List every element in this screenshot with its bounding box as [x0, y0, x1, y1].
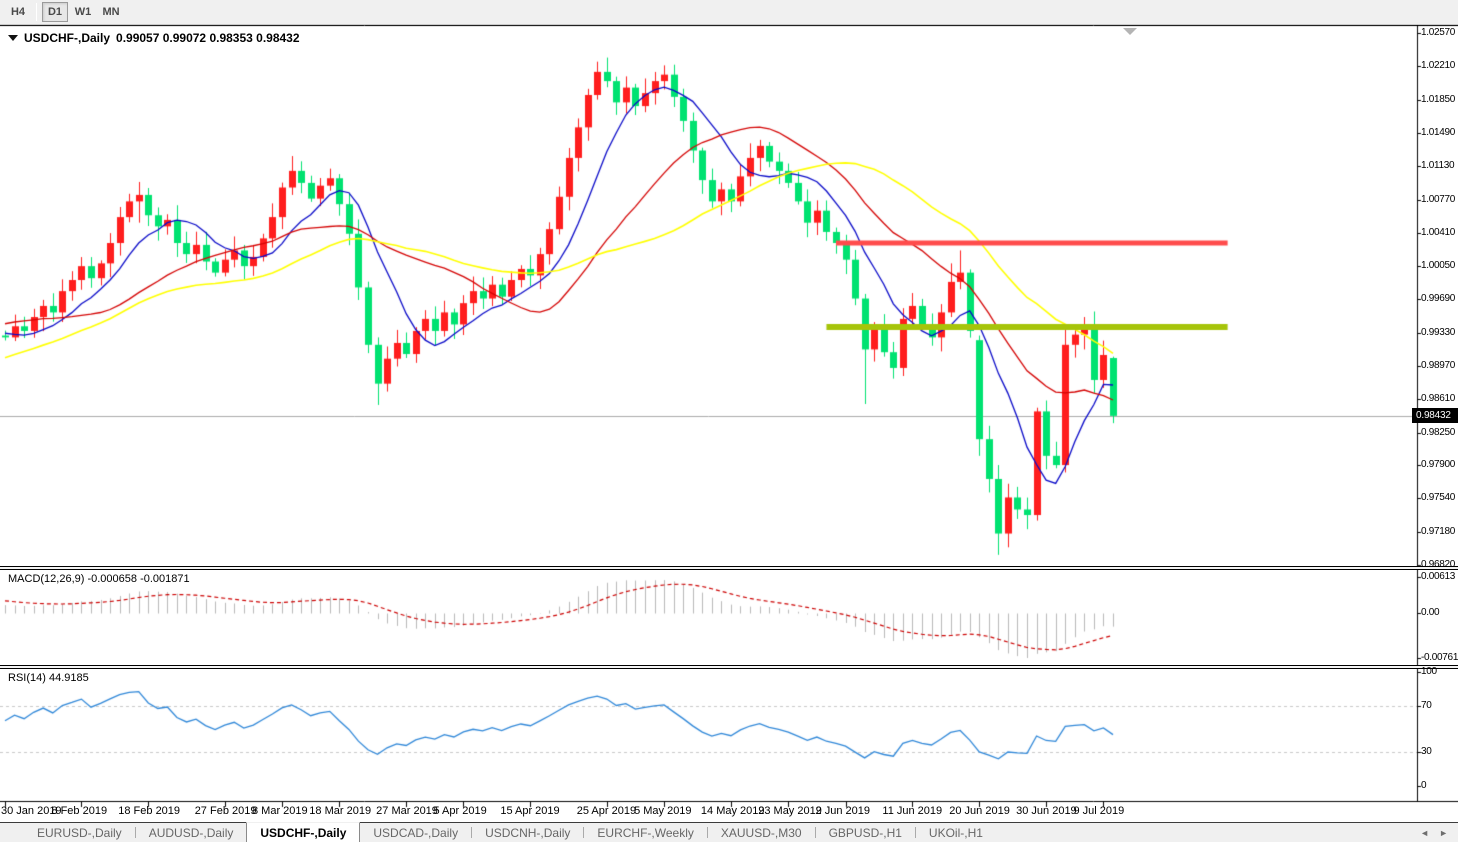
chart-title-symbol: USDCHF-,Daily [24, 31, 110, 45]
tabs-scroll-right-icon[interactable]: ► [1439, 828, 1448, 838]
time-axis-label: 15 Apr 2019 [500, 805, 559, 817]
time-axis-label: 18 Feb 2019 [118, 805, 180, 817]
chart-window: USDCHF-,Daily 0.99057 0.99072 0.98353 0.… [0, 25, 1458, 822]
macd-axis-label: -0.0076125 [1421, 652, 1458, 663]
time-axis-label: 27 Feb 2019 [195, 805, 257, 817]
price-axis-label: 1.00770 [1421, 194, 1458, 205]
chart-tab-audusd-daily[interactable]: AUDUSD-,Daily [136, 823, 247, 842]
timeframe-button-h4[interactable]: H4 [5, 2, 31, 22]
timeframe-toolbar: H4 D1W1MN [0, 0, 1458, 25]
chart-tab-usdcad-daily[interactable]: USDCAD-,Daily [360, 823, 471, 842]
chart-tab-gbpusd-h1[interactable]: GBPUSD-,H1 [816, 823, 915, 842]
time-axis-label: 27 Mar 2019 [376, 805, 438, 817]
rsi-label: RSI(14) 44.9185 [8, 672, 89, 684]
price-axis-label: 0.96820 [1421, 559, 1458, 570]
time-axis-label: 11 Jun 2019 [882, 805, 942, 817]
panel-divider-rsi[interactable] [0, 665, 1458, 669]
time-axis-label: 8 Feb 2019 [51, 805, 107, 817]
rsi-axis-label: 100 [1421, 666, 1458, 677]
time-axis-label: 9 Jul 2019 [1073, 805, 1124, 817]
price-axis-label: 0.97180 [1421, 526, 1458, 537]
toolbar-separator [36, 3, 37, 21]
price-axis-label: 1.02210 [1421, 60, 1458, 71]
time-axis-label: 14 May 2019 [701, 805, 765, 817]
rsi-axis-label: 70 [1421, 700, 1458, 711]
price-axis-label: 0.98970 [1421, 360, 1458, 371]
price-axis-label: 0.98610 [1421, 393, 1458, 404]
chart-tab-usdcnh-daily[interactable]: USDCNH-,Daily [472, 823, 583, 842]
time-axis-label: 8 Mar 2019 [252, 805, 308, 817]
time-axis-label: 25 Apr 2019 [577, 805, 636, 817]
chart-tab-xauusd-m30[interactable]: XAUUSD-,M30 [708, 823, 815, 842]
current-price-tag: 0.98432 [1412, 408, 1458, 423]
panel-divider-macd[interactable] [0, 566, 1458, 570]
chart-tab-usdchf-daily[interactable]: USDCHF-,Daily [246, 822, 360, 842]
timeframe-button-w1[interactable]: W1 [70, 2, 96, 22]
price-axis-label: 1.01850 [1421, 94, 1458, 105]
chart-tabs: EURUSD-,DailyAUDUSD-,DailyUSDCHF-,DailyU… [0, 822, 1458, 842]
timeframe-button-mn[interactable]: MN [98, 2, 124, 22]
chart-tab-eurchf-weekly[interactable]: EURCHF-,Weekly [584, 823, 706, 842]
macd-label: MACD(12,26,9) -0.000658 -0.001871 [8, 573, 190, 585]
macd-axis-label: 0.00613 [1421, 571, 1458, 582]
chart-canvas[interactable] [0, 25, 1458, 822]
price-axis-label: 0.97900 [1421, 459, 1458, 470]
chart-title: USDCHF-,Daily 0.99057 0.99072 0.98353 0.… [8, 31, 300, 45]
price-axis-label: 1.00410 [1421, 227, 1458, 238]
tabs-scroll-left-icon[interactable]: ◄ [1420, 828, 1429, 838]
chart-shift-marker-icon[interactable] [1123, 28, 1137, 35]
rsi-axis-label: 30 [1421, 746, 1458, 757]
chart-tab-eurusd-daily[interactable]: EURUSD-,Daily [24, 823, 135, 842]
chart-title-ohlc: 0.99057 0.99072 0.98353 0.98432 [116, 31, 300, 45]
timeframe-button-d1[interactable]: D1 [42, 2, 68, 22]
time-axis-label: 5 Apr 2019 [433, 805, 486, 817]
rsi-axis-label: 0 [1421, 780, 1458, 791]
time-axis-label: 30 Jun 2019 [1016, 805, 1077, 817]
price-axis-label: 1.01130 [1421, 160, 1458, 171]
chart-tab-ukoil-h1[interactable]: UKOil-,H1 [916, 823, 996, 842]
price-axis-label: 0.98250 [1421, 427, 1458, 438]
price-axis-label: 1.00050 [1421, 260, 1458, 271]
time-axis-label: 23 May 2019 [758, 805, 822, 817]
price-axis-label: 0.99330 [1421, 327, 1458, 338]
chart-title-collapse-icon[interactable] [8, 35, 18, 41]
tabs-scroll-arrows: ◄► [1420, 823, 1458, 842]
time-axis-label: 18 Mar 2019 [309, 805, 371, 817]
price-axis-label: 0.97540 [1421, 492, 1458, 503]
time-axis-label: 2 Jun 2019 [816, 805, 870, 817]
time-axis-label: 5 May 2019 [634, 805, 691, 817]
price-axis-label: 0.99690 [1421, 293, 1458, 304]
price-axis-label: 1.01490 [1421, 127, 1458, 138]
price-axis-label: 1.02570 [1421, 27, 1458, 38]
time-axis-label: 20 Jun 2019 [949, 805, 1010, 817]
macd-axis-label: 0.00 [1421, 607, 1458, 618]
